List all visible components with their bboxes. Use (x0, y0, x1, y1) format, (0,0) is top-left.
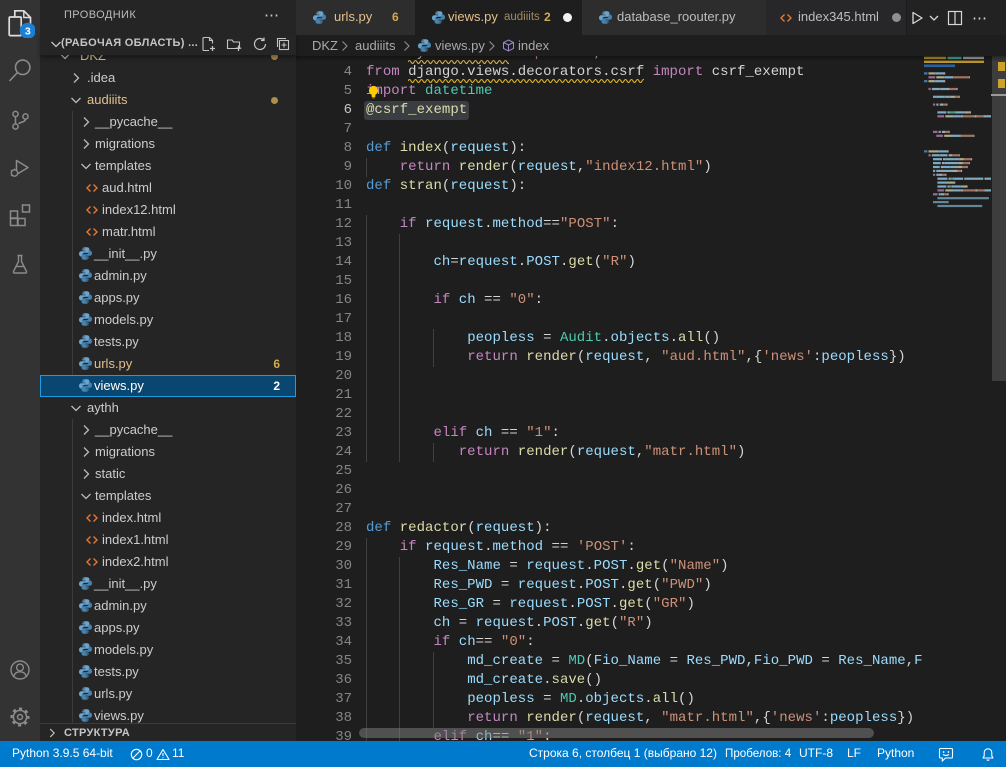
svg-text:3: 3 (25, 25, 31, 37)
